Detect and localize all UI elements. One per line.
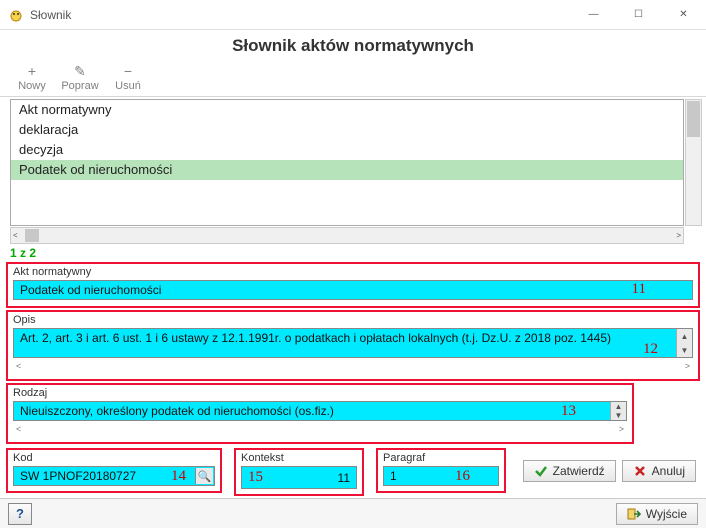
group-paragraf: Paragraf 1 16 <box>376 448 506 493</box>
group-opis: Opis Art. 2, art. 3 i art. 6 ust. 1 i 6 … <box>6 310 700 381</box>
group-kontekst: Kontekst 15 11 <box>234 448 364 496</box>
kontekst-field[interactable]: 15 11 <box>241 466 357 489</box>
cancel-label: Anuluj <box>652 464 685 478</box>
horizontal-scrollbar[interactable]: < > <box>10 227 684 244</box>
kontekst-value: 11 <box>338 471 350 485</box>
confirm-button[interactable]: Zatwierdź <box>523 460 616 482</box>
rodzaj-value: Nieuiszczony, określony podatek od nieru… <box>20 404 334 418</box>
list-item-selected[interactable]: Podatek od nieruchomości <box>11 160 683 180</box>
scroll-right-icon[interactable]: > <box>685 361 690 371</box>
scroll-thumb[interactable] <box>687 101 700 137</box>
exit-button[interactable]: Wyjście <box>616 503 698 525</box>
scroll-right-icon[interactable]: > <box>676 231 681 240</box>
page-title: Słownik aktów normatywnych <box>0 30 706 61</box>
paragraf-value: 1 <box>390 469 397 483</box>
new-button[interactable]: + Nowy <box>10 61 54 94</box>
annotation-14: 14 <box>171 468 186 485</box>
plus-icon: + <box>24 63 40 79</box>
paragraf-label: Paragraf <box>383 452 499 464</box>
opis-label: Opis <box>13 314 693 326</box>
minimize-button[interactable]: — <box>571 0 616 30</box>
scroll-left-icon[interactable]: < <box>16 361 21 371</box>
minus-icon: − <box>120 63 136 79</box>
pencil-icon: ✎ <box>72 63 88 79</box>
up-icon[interactable]: ▲ <box>611 402 626 411</box>
act-list[interactable]: Akt normatywny deklaracja decyzja Podate… <box>10 99 684 226</box>
scroll-thumb[interactable] <box>25 229 39 242</box>
paragraf-field[interactable]: 1 16 <box>383 466 499 486</box>
confirm-label: Zatwierdź <box>553 464 605 478</box>
group-akt: Akt normatywny Podatek od nieruchomości … <box>6 262 700 308</box>
toolbar: + Nowy ✎ Popraw − Usuń <box>0 61 706 97</box>
edit-label: Popraw <box>61 80 98 92</box>
delete-label: Usuń <box>115 80 141 92</box>
list-container: Akt normatywny deklaracja decyzja Podate… <box>10 99 702 244</box>
exit-label: Wyjście <box>646 507 687 521</box>
scroll-left-icon[interactable]: < <box>16 424 21 434</box>
footer: ? Wyjście <box>0 498 706 528</box>
help-button[interactable]: ? <box>8 503 32 525</box>
opis-hscroll[interactable]: <> <box>13 359 693 373</box>
akt-value: Podatek od nieruchomości <box>20 283 161 297</box>
new-label: Nowy <box>18 80 46 92</box>
akt-label: Akt normatywny <box>13 266 693 278</box>
down-icon[interactable]: ▼ <box>611 411 626 420</box>
window-title: Słownik <box>30 8 571 22</box>
up-icon[interactable]: ▲ <box>677 329 692 343</box>
opis-stepper[interactable]: ▲▼ <box>676 329 692 357</box>
opis-value: Art. 2, art. 3 i art. 6 ust. 1 i 6 ustaw… <box>20 331 611 345</box>
kod-field[interactable]: SW 1PNOF20180727 14 🔍 <box>13 466 215 486</box>
search-icon[interactable]: 🔍 <box>195 468 213 484</box>
annotation-16: 16 <box>455 468 470 485</box>
kod-value: SW 1PNOF20180727 <box>20 469 136 483</box>
annotation-11: 11 <box>632 281 646 298</box>
rodzaj-hscroll[interactable]: <> <box>13 422 627 436</box>
check-icon <box>534 464 548 478</box>
group-kod: Kod SW 1PNOF20180727 14 🔍 <box>6 448 222 493</box>
list-item[interactable]: decyzja <box>11 140 683 160</box>
kod-label: Kod <box>13 452 215 464</box>
akt-field[interactable]: Podatek od nieruchomości 11 <box>13 280 693 300</box>
down-icon[interactable]: ▼ <box>677 343 692 357</box>
list-item[interactable]: deklaracja <box>11 120 683 140</box>
titlebar: Słownik — ☐ ✕ <box>0 0 706 30</box>
record-counter: 1 z 2 <box>0 246 706 260</box>
scroll-left-icon[interactable]: < <box>13 231 18 240</box>
scroll-right-icon[interactable]: > <box>619 424 624 434</box>
close-button[interactable]: ✕ <box>661 0 706 30</box>
group-rodzaj: Rodzaj Nieuiszczony, określony podatek o… <box>6 383 634 444</box>
annotation-12: 12 <box>643 341 658 358</box>
maximize-button[interactable]: ☐ <box>616 0 661 30</box>
rodzaj-field[interactable]: Nieuiszczony, określony podatek od nieru… <box>13 401 627 421</box>
opis-field[interactable]: Art. 2, art. 3 i art. 6 ust. 1 i 6 ustaw… <box>13 328 693 358</box>
edit-button[interactable]: ✎ Popraw <box>58 61 102 94</box>
rodzaj-stepper[interactable]: ▲▼ <box>610 402 626 420</box>
cancel-button[interactable]: Anuluj <box>622 460 696 482</box>
annotation-15: 15 <box>248 469 263 486</box>
x-icon <box>633 464 647 478</box>
exit-icon <box>627 507 641 521</box>
kontekst-label: Kontekst <box>241 452 357 464</box>
vertical-scrollbar[interactable] <box>685 99 702 226</box>
rodzaj-label: Rodzaj <box>13 387 627 399</box>
list-item[interactable]: Akt normatywny <box>11 100 683 120</box>
delete-button[interactable]: − Usuń <box>106 61 150 94</box>
app-icon <box>8 7 24 23</box>
annotation-13: 13 <box>561 403 576 420</box>
